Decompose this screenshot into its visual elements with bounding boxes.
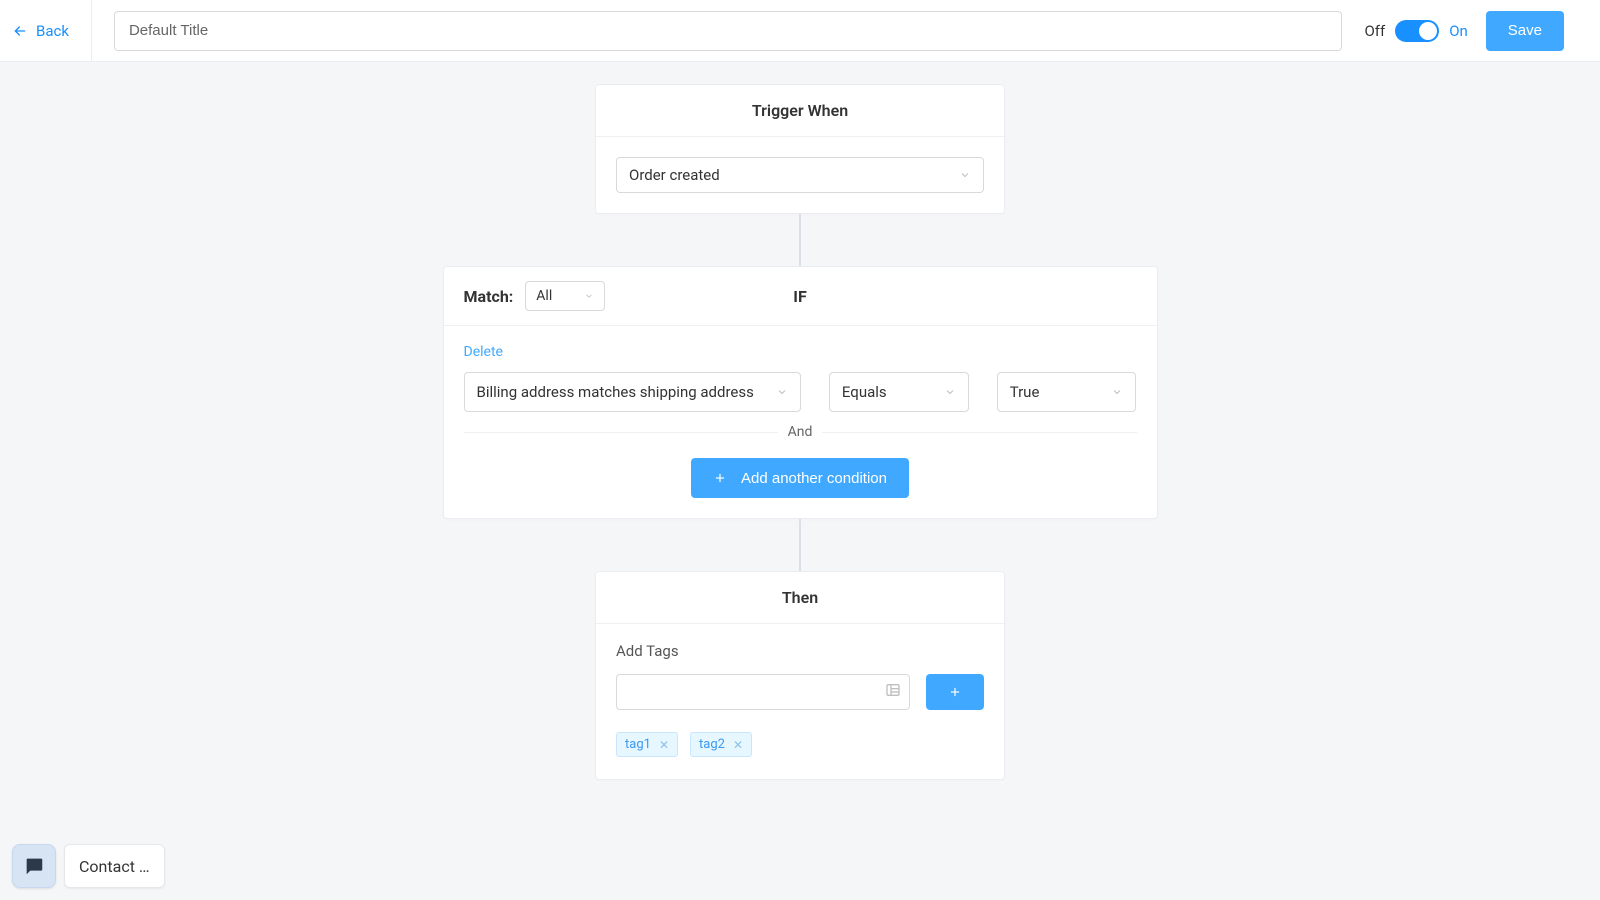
chat-widget: Contact … — [12, 844, 165, 888]
add-condition-button[interactable]: Add another condition — [691, 458, 909, 498]
trigger-card: Trigger When Order created — [595, 84, 1005, 214]
add-condition-label: Add another condition — [741, 470, 887, 487]
status-toggle-group: Off On — [1364, 20, 1467, 42]
trigger-select-value: Order created — [629, 166, 720, 184]
toggle-on-label: On — [1449, 22, 1468, 40]
remove-tag-icon[interactable]: ✕ — [733, 738, 743, 752]
tag-chip: tag2 ✕ — [690, 732, 752, 757]
condition-operator-value: Equals — [842, 383, 887, 401]
contact-panel[interactable]: Contact … — [64, 844, 165, 888]
trigger-title: Trigger When — [596, 85, 1004, 137]
tag-label: tag2 — [699, 737, 725, 752]
chevron-down-icon — [584, 291, 594, 301]
title-input[interactable] — [114, 11, 1342, 51]
and-divider: And — [464, 424, 1137, 440]
and-label: And — [788, 424, 813, 440]
plus-icon — [713, 471, 727, 485]
connector-line — [799, 214, 801, 266]
delete-condition-link[interactable]: Delete — [464, 344, 503, 360]
connector-line — [799, 519, 801, 571]
save-button[interactable]: Save — [1486, 11, 1564, 51]
if-label: IF — [793, 287, 806, 306]
chevron-down-icon — [1111, 386, 1123, 398]
arrow-left-icon — [12, 23, 28, 39]
tag-input[interactable] — [627, 675, 873, 709]
condition-field-select[interactable]: Billing address matches shipping address — [464, 372, 801, 412]
if-card: Match: All IF Delete Billing address mat… — [443, 266, 1158, 519]
condition-row: Billing address matches shipping address… — [464, 372, 1137, 412]
plus-icon — [948, 685, 962, 699]
back-button[interactable]: Back — [0, 0, 92, 61]
tag-label: tag1 — [625, 737, 651, 752]
header-bar: Back Off On Save — [0, 0, 1600, 62]
then-title: Then — [596, 572, 1004, 624]
toggle-knob — [1419, 22, 1437, 40]
toggle-off-label: Off — [1364, 22, 1385, 40]
add-tags-label: Add Tags — [616, 642, 984, 660]
trigger-select[interactable]: Order created — [616, 157, 984, 193]
match-select[interactable]: All — [525, 281, 605, 311]
then-card: Then Add Tags tag1 — [595, 571, 1005, 780]
tag-chip: tag1 ✕ — [616, 732, 678, 757]
add-tag-button[interactable] — [926, 674, 984, 710]
chevron-down-icon — [959, 169, 971, 181]
chat-button[interactable] — [12, 844, 56, 888]
condition-operator-select[interactable]: Equals — [829, 372, 969, 412]
match-select-value: All — [536, 288, 552, 304]
chevron-down-icon — [944, 386, 956, 398]
list-icon[interactable] — [885, 682, 901, 702]
chevron-down-icon — [776, 386, 788, 398]
remove-tag-icon[interactable]: ✕ — [659, 738, 669, 752]
tag-input-wrap — [616, 674, 910, 710]
condition-value-value: True — [1010, 383, 1040, 401]
match-label: Match: — [464, 287, 514, 306]
status-toggle[interactable] — [1395, 20, 1439, 42]
chat-icon — [23, 855, 45, 877]
condition-value-select[interactable]: True — [997, 372, 1137, 412]
tags-list: tag1 ✕ tag2 ✕ — [616, 732, 984, 757]
workflow-canvas: Trigger When Order created Match: All — [0, 62, 1600, 900]
back-label: Back — [36, 22, 69, 40]
condition-field-value: Billing address matches shipping address — [477, 383, 754, 401]
